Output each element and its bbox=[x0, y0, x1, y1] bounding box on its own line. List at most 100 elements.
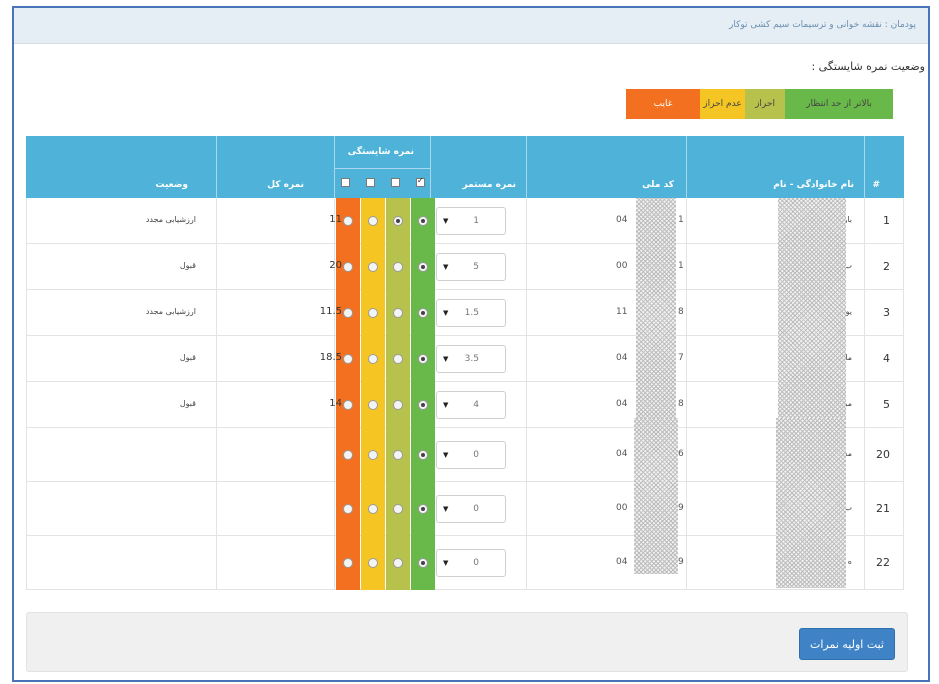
national-code-start: 04 bbox=[616, 399, 628, 409]
redaction-mask-names bbox=[776, 418, 846, 588]
breadcrumb-text: پودمان : نقشه خوانی و ترسیمات سیم کشی تو… bbox=[729, 20, 916, 30]
national-code-end: 8 bbox=[678, 399, 684, 409]
header-status: وضعیت bbox=[155, 180, 188, 190]
achieved-radio[interactable] bbox=[393, 400, 403, 410]
continuous-score-select[interactable]: ▼ 0 bbox=[436, 441, 506, 469]
absent-radio[interactable] bbox=[343, 558, 353, 568]
achieved-radio[interactable] bbox=[393, 354, 403, 364]
absent-radio[interactable] bbox=[343, 216, 353, 226]
row-number: 4 bbox=[883, 352, 890, 365]
not-achieved-cell bbox=[361, 482, 385, 536]
continuous-score-select[interactable]: ▼ 1.5 bbox=[436, 299, 506, 327]
achieved-cell bbox=[386, 482, 410, 536]
dropdown-caret-icon: ▼ bbox=[443, 505, 449, 513]
achieved-cell bbox=[386, 428, 410, 482]
not-achieved-radio[interactable] bbox=[368, 262, 378, 272]
not-achieved-radio[interactable] bbox=[368, 558, 378, 568]
absent-radio[interactable] bbox=[343, 450, 353, 460]
above-expected-cell bbox=[411, 536, 435, 590]
achieved-radio[interactable] bbox=[393, 450, 403, 460]
national-code-start: 11 bbox=[616, 307, 628, 317]
absent-radio[interactable] bbox=[343, 504, 353, 514]
national-code-start: 04 bbox=[616, 557, 628, 567]
above-expected-cell bbox=[411, 382, 435, 428]
redaction-mask-names bbox=[778, 198, 846, 418]
dropdown-caret-icon: ▼ bbox=[443, 309, 449, 317]
select-all-achieved-checkbox[interactable] bbox=[391, 178, 400, 187]
legend-above-expected: بالاتر از حد انتظار bbox=[785, 89, 893, 119]
achieved-radio[interactable] bbox=[393, 504, 403, 514]
continuous-score-select[interactable]: ▼ 1 bbox=[436, 207, 506, 235]
continuous-score-select[interactable]: ▼ 3.5 bbox=[436, 345, 506, 373]
not-achieved-radio[interactable] bbox=[368, 308, 378, 318]
above-expected-cell bbox=[411, 198, 435, 244]
table-row: 3یو ... سر علی118▼1.511.5ارزشیابی مجدد bbox=[26, 290, 904, 336]
achieved-radio[interactable] bbox=[393, 558, 403, 568]
above-expected-radio[interactable] bbox=[418, 216, 428, 226]
national-code-end: 1 bbox=[678, 261, 684, 271]
header-continuous-score: نمره مستمر bbox=[462, 180, 517, 190]
absent-radio[interactable] bbox=[343, 262, 353, 272]
not-achieved-radio[interactable] bbox=[368, 400, 378, 410]
not-achieved-cell bbox=[361, 198, 385, 244]
not-achieved-radio[interactable] bbox=[368, 354, 378, 364]
select-all-absent-checkbox[interactable] bbox=[341, 178, 350, 187]
above-expected-cell bbox=[411, 336, 435, 382]
national-code-start: 00 bbox=[616, 503, 628, 513]
continuous-score-value: 0 bbox=[473, 558, 479, 568]
table-row: 2 ب 00 1 ▼ 5 20 قبول bbox=[26, 244, 904, 290]
redaction-mask-codes bbox=[634, 418, 678, 574]
above-expected-radio[interactable] bbox=[418, 308, 428, 318]
above-expected-cell bbox=[411, 428, 435, 482]
absent-cell bbox=[336, 428, 360, 482]
select-all-above-expected-checkbox[interactable] bbox=[416, 176, 425, 187]
table-row: 20مه ... یرضا046▼0 bbox=[26, 428, 904, 482]
dropdown-caret-icon: ▼ bbox=[443, 217, 449, 225]
above-expected-radio[interactable] bbox=[418, 504, 428, 514]
above-expected-radio[interactable] bbox=[418, 450, 428, 460]
dropdown-caret-icon: ▼ bbox=[443, 401, 449, 409]
submit-scores-button[interactable]: ثبت اولیه نمرات bbox=[799, 628, 895, 660]
table-row: 21ب ... ش009▼0 bbox=[26, 482, 904, 536]
not-achieved-radio[interactable] bbox=[368, 216, 378, 226]
row-number: 20 bbox=[876, 448, 890, 461]
pass-status: قبول bbox=[179, 399, 196, 408]
dropdown-caret-icon: ▼ bbox=[443, 263, 449, 271]
achieved-radio[interactable] bbox=[393, 308, 403, 318]
absent-radio[interactable] bbox=[343, 354, 353, 364]
select-all-not-achieved-checkbox[interactable] bbox=[366, 178, 375, 187]
continuous-score-select[interactable]: ▼ 0 bbox=[436, 549, 506, 577]
above-expected-radio[interactable] bbox=[418, 400, 428, 410]
continuous-score-select[interactable]: ▼ 0 bbox=[436, 495, 506, 523]
achieved-radio[interactable] bbox=[393, 216, 403, 226]
national-code-end: 1 bbox=[678, 215, 684, 225]
dropdown-caret-icon: ▼ bbox=[443, 559, 449, 567]
total-score: 11.5 bbox=[319, 306, 342, 317]
national-code-end: 9 bbox=[678, 503, 684, 513]
legend-absent: غایب bbox=[626, 89, 700, 119]
continuous-score-value: 4 bbox=[473, 400, 479, 410]
above-expected-radio[interactable] bbox=[418, 262, 428, 272]
breadcrumb: پودمان : نقشه خوانی و ترسیمات سیم کشی تو… bbox=[14, 8, 928, 44]
above-expected-cell bbox=[411, 482, 435, 536]
form-footer: ثبت اولیه نمرات bbox=[26, 612, 908, 672]
continuous-score-value: 1.5 bbox=[464, 308, 479, 318]
achieved-cell bbox=[386, 290, 410, 336]
achieved-radio[interactable] bbox=[393, 262, 403, 272]
absent-radio[interactable] bbox=[343, 308, 353, 318]
total-score: 18.5 bbox=[319, 352, 342, 363]
achieved-cell bbox=[386, 198, 410, 244]
absent-radio[interactable] bbox=[343, 400, 353, 410]
continuous-score-value: 1 bbox=[473, 216, 479, 226]
status-title: وضعیت نمره شایستگی : bbox=[811, 60, 925, 73]
table-header: # نام خانوادگی - نام کد ملی نمره مستمر ن… bbox=[26, 136, 904, 198]
continuous-score-select[interactable]: ▼ 5 bbox=[436, 253, 506, 281]
not-achieved-radio[interactable] bbox=[368, 450, 378, 460]
header-name: نام خانوادگی - نام bbox=[773, 180, 854, 190]
above-expected-radio[interactable] bbox=[418, 354, 428, 364]
continuous-score-select[interactable]: ▼ 4 bbox=[436, 391, 506, 419]
not-achieved-radio[interactable] bbox=[368, 504, 378, 514]
achieved-cell bbox=[386, 244, 410, 290]
absent-cell bbox=[336, 482, 360, 536]
above-expected-radio[interactable] bbox=[418, 558, 428, 568]
